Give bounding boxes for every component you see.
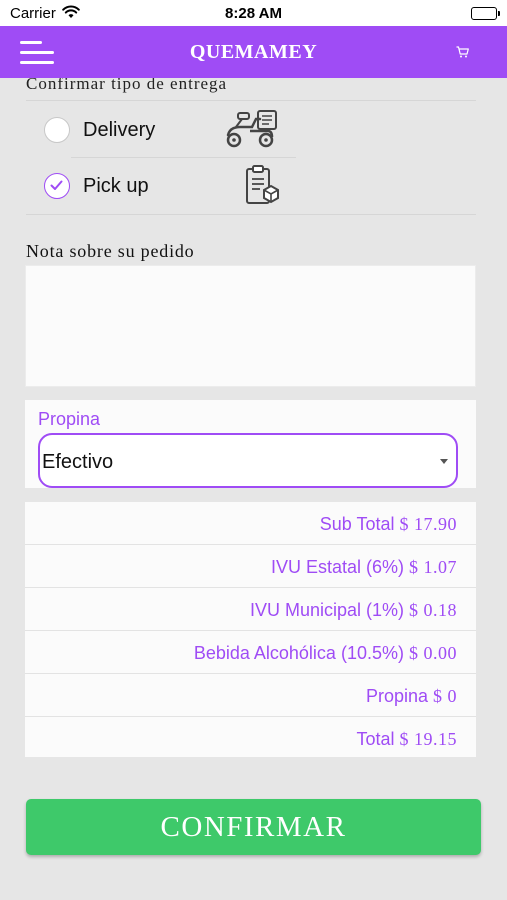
tip-select[interactable]: Efectivo [38, 433, 458, 488]
note-label: Nota sobre su pedido [26, 241, 195, 261]
pickup-radio[interactable] [44, 173, 70, 199]
tip-section: Propina Efectivo [25, 400, 476, 488]
divider [26, 214, 476, 215]
delivery-option-pickup[interactable]: Pick up [26, 158, 476, 214]
total-label: Total [356, 729, 395, 749]
chevron-down-icon [440, 459, 448, 464]
summary-row-subtotal: Sub Total $ 17.90 [25, 502, 476, 545]
ivu-estatal-label: IVU Estatal (6%) [270, 557, 404, 577]
tip-summary-amount: $ 0 [433, 686, 457, 706]
pickup-option-label: Pick up [83, 175, 149, 197]
alcohol-amount: $ 0.00 [409, 643, 457, 663]
confirm-button[interactable]: CONFIRMAR [26, 799, 481, 855]
checkmark-icon [50, 180, 63, 190]
clipboard-pickup-icon [244, 164, 280, 211]
ivu-municipal-amount: $ 0.18 [409, 600, 457, 620]
clock-label: 8:28 AM [225, 5, 282, 22]
delivery-option-label: Delivery [83, 119, 156, 141]
summary-row-ivu-estatal: IVU Estatal (6%) $ 1.07 [25, 545, 476, 588]
summary-row-total: Total $ 19.15 [25, 717, 476, 760]
ivu-estatal-amount: $ 1.07 [409, 557, 457, 577]
battery-icon [471, 7, 500, 20]
delivery-radio[interactable] [44, 117, 70, 143]
checkout-form: Confirmar tipo de entrega Delivery Pick … [0, 78, 507, 900]
total-amount: $ 19.15 [399, 729, 457, 749]
summary-row-alcohol: Bebida Alcohólica (10.5%) $ 0.00 [25, 631, 476, 674]
order-summary: Sub Total $ 17.90 IVU Estatal (6%) $ 1.0… [25, 502, 476, 757]
summary-row-tip: Propina $ 0 [25, 674, 476, 717]
subtotal-label: Sub Total [319, 514, 395, 534]
subtotal-amount: $ 17.90 [399, 514, 457, 534]
summary-row-ivu-municipal: IVU Municipal (1%) $ 0.18 [25, 588, 476, 631]
cart-icon[interactable] [456, 45, 469, 63]
ivu-municipal-label: IVU Municipal (1%) [249, 600, 404, 620]
delivery-section-title: Confirmar tipo de entrega [26, 78, 228, 93]
status-bar: Carrier 8:28 AM [0, 0, 507, 26]
alcohol-label: Bebida Alcohólica (10.5%) [193, 643, 404, 663]
tip-label: Propina [38, 409, 101, 429]
app-title: QUEMAMEY [189, 41, 318, 63]
order-note-input[interactable] [25, 265, 476, 387]
tip-select-value: Efectivo [42, 451, 114, 473]
divider [26, 100, 476, 101]
confirm-button-label: CONFIRMAR [160, 811, 347, 843]
app-header: QUEMAMEY [0, 26, 507, 78]
delivery-option-delivery[interactable]: Delivery [26, 102, 476, 158]
tip-summary-label: Propina [365, 686, 428, 706]
scooter-icon [222, 107, 278, 154]
